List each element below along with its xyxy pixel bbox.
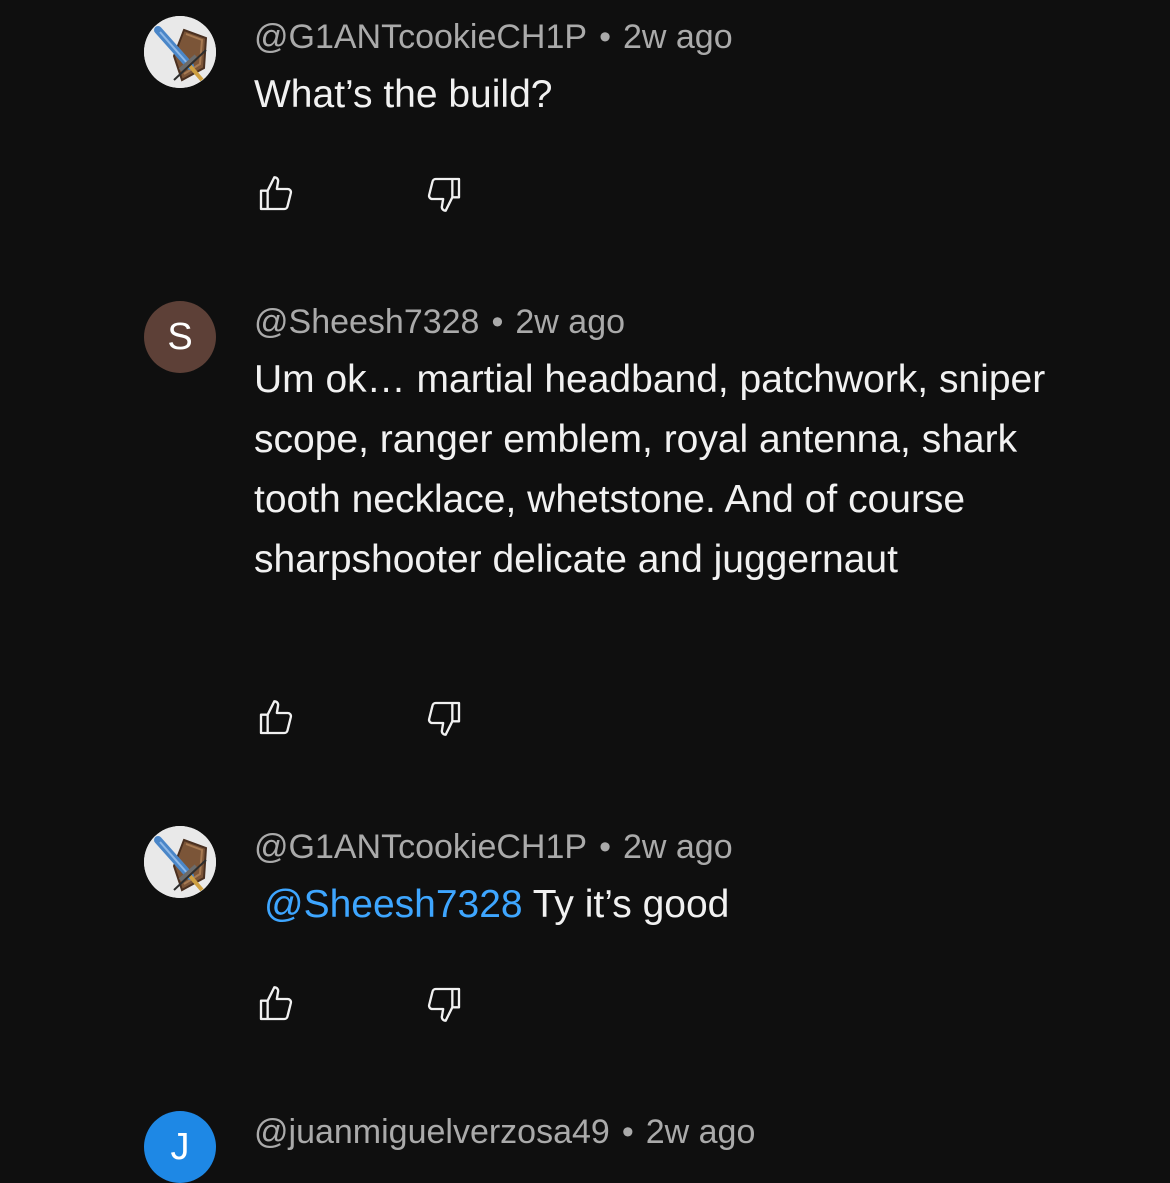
thumbs-down-icon — [427, 701, 461, 736]
comment-text: Um ok… martial headband, patchwork, snip… — [254, 358, 1046, 581]
avatar-letter: S — [167, 315, 193, 358]
comment-author[interactable]: @juanmiguelverzosa49 — [254, 1113, 610, 1151]
comment-meta: @G1ANTcookieCH1P • 2w ago — [254, 827, 733, 867]
meta-separator: • — [491, 303, 504, 341]
thumbs-up-icon — [259, 986, 293, 1021]
comment-body: Ty it’s good — [532, 883, 730, 926]
avatar[interactable] — [144, 16, 216, 88]
avatar[interactable]: S — [144, 301, 216, 373]
comment-meta: @juanmiguelverzosa49 • 2w ago — [254, 1112, 755, 1152]
avatar-letter: J — [170, 1125, 190, 1168]
comment-meta: @Sheesh7328 • 2w ago — [254, 302, 625, 342]
comment-author[interactable]: @G1ANTcookieCH1P — [254, 18, 587, 56]
thumbs-down-icon — [427, 177, 461, 212]
sword-shield-avatar-icon — [144, 826, 216, 898]
comment-text: What’s the build? — [254, 73, 553, 116]
like-button[interactable] — [254, 982, 298, 1026]
comment-text: @Sheesh7328 Ty it’s good — [254, 875, 1094, 935]
like-button[interactable] — [254, 172, 298, 216]
dislike-button[interactable] — [422, 172, 466, 216]
meta-separator: • — [599, 18, 611, 56]
meta-separator: • — [621, 1113, 634, 1151]
dislike-button[interactable] — [422, 982, 466, 1026]
like-button[interactable] — [254, 696, 298, 740]
thumbs-up-icon — [259, 176, 293, 211]
avatar[interactable] — [144, 826, 216, 898]
comment-author[interactable]: @Sheesh7328 — [254, 303, 479, 341]
comment-time: 2w ago — [622, 828, 733, 866]
thumbs-down-icon — [427, 987, 461, 1022]
avatar[interactable]: J — [144, 1111, 216, 1183]
sword-shield-avatar-icon — [144, 16, 216, 88]
dislike-button[interactable] — [422, 696, 466, 740]
thumbs-up-icon — [259, 700, 293, 735]
meta-separator: • — [599, 828, 611, 866]
comment-author[interactable]: @G1ANTcookieCH1P — [254, 828, 587, 866]
comment-time: 2w ago — [645, 1113, 756, 1151]
comment-time: 2w ago — [622, 18, 733, 56]
comment-meta: @G1ANTcookieCH1P • 2w ago — [254, 17, 733, 57]
mention-link[interactable]: @Sheesh7328 — [264, 883, 523, 926]
comment-time: 2w ago — [515, 303, 626, 341]
